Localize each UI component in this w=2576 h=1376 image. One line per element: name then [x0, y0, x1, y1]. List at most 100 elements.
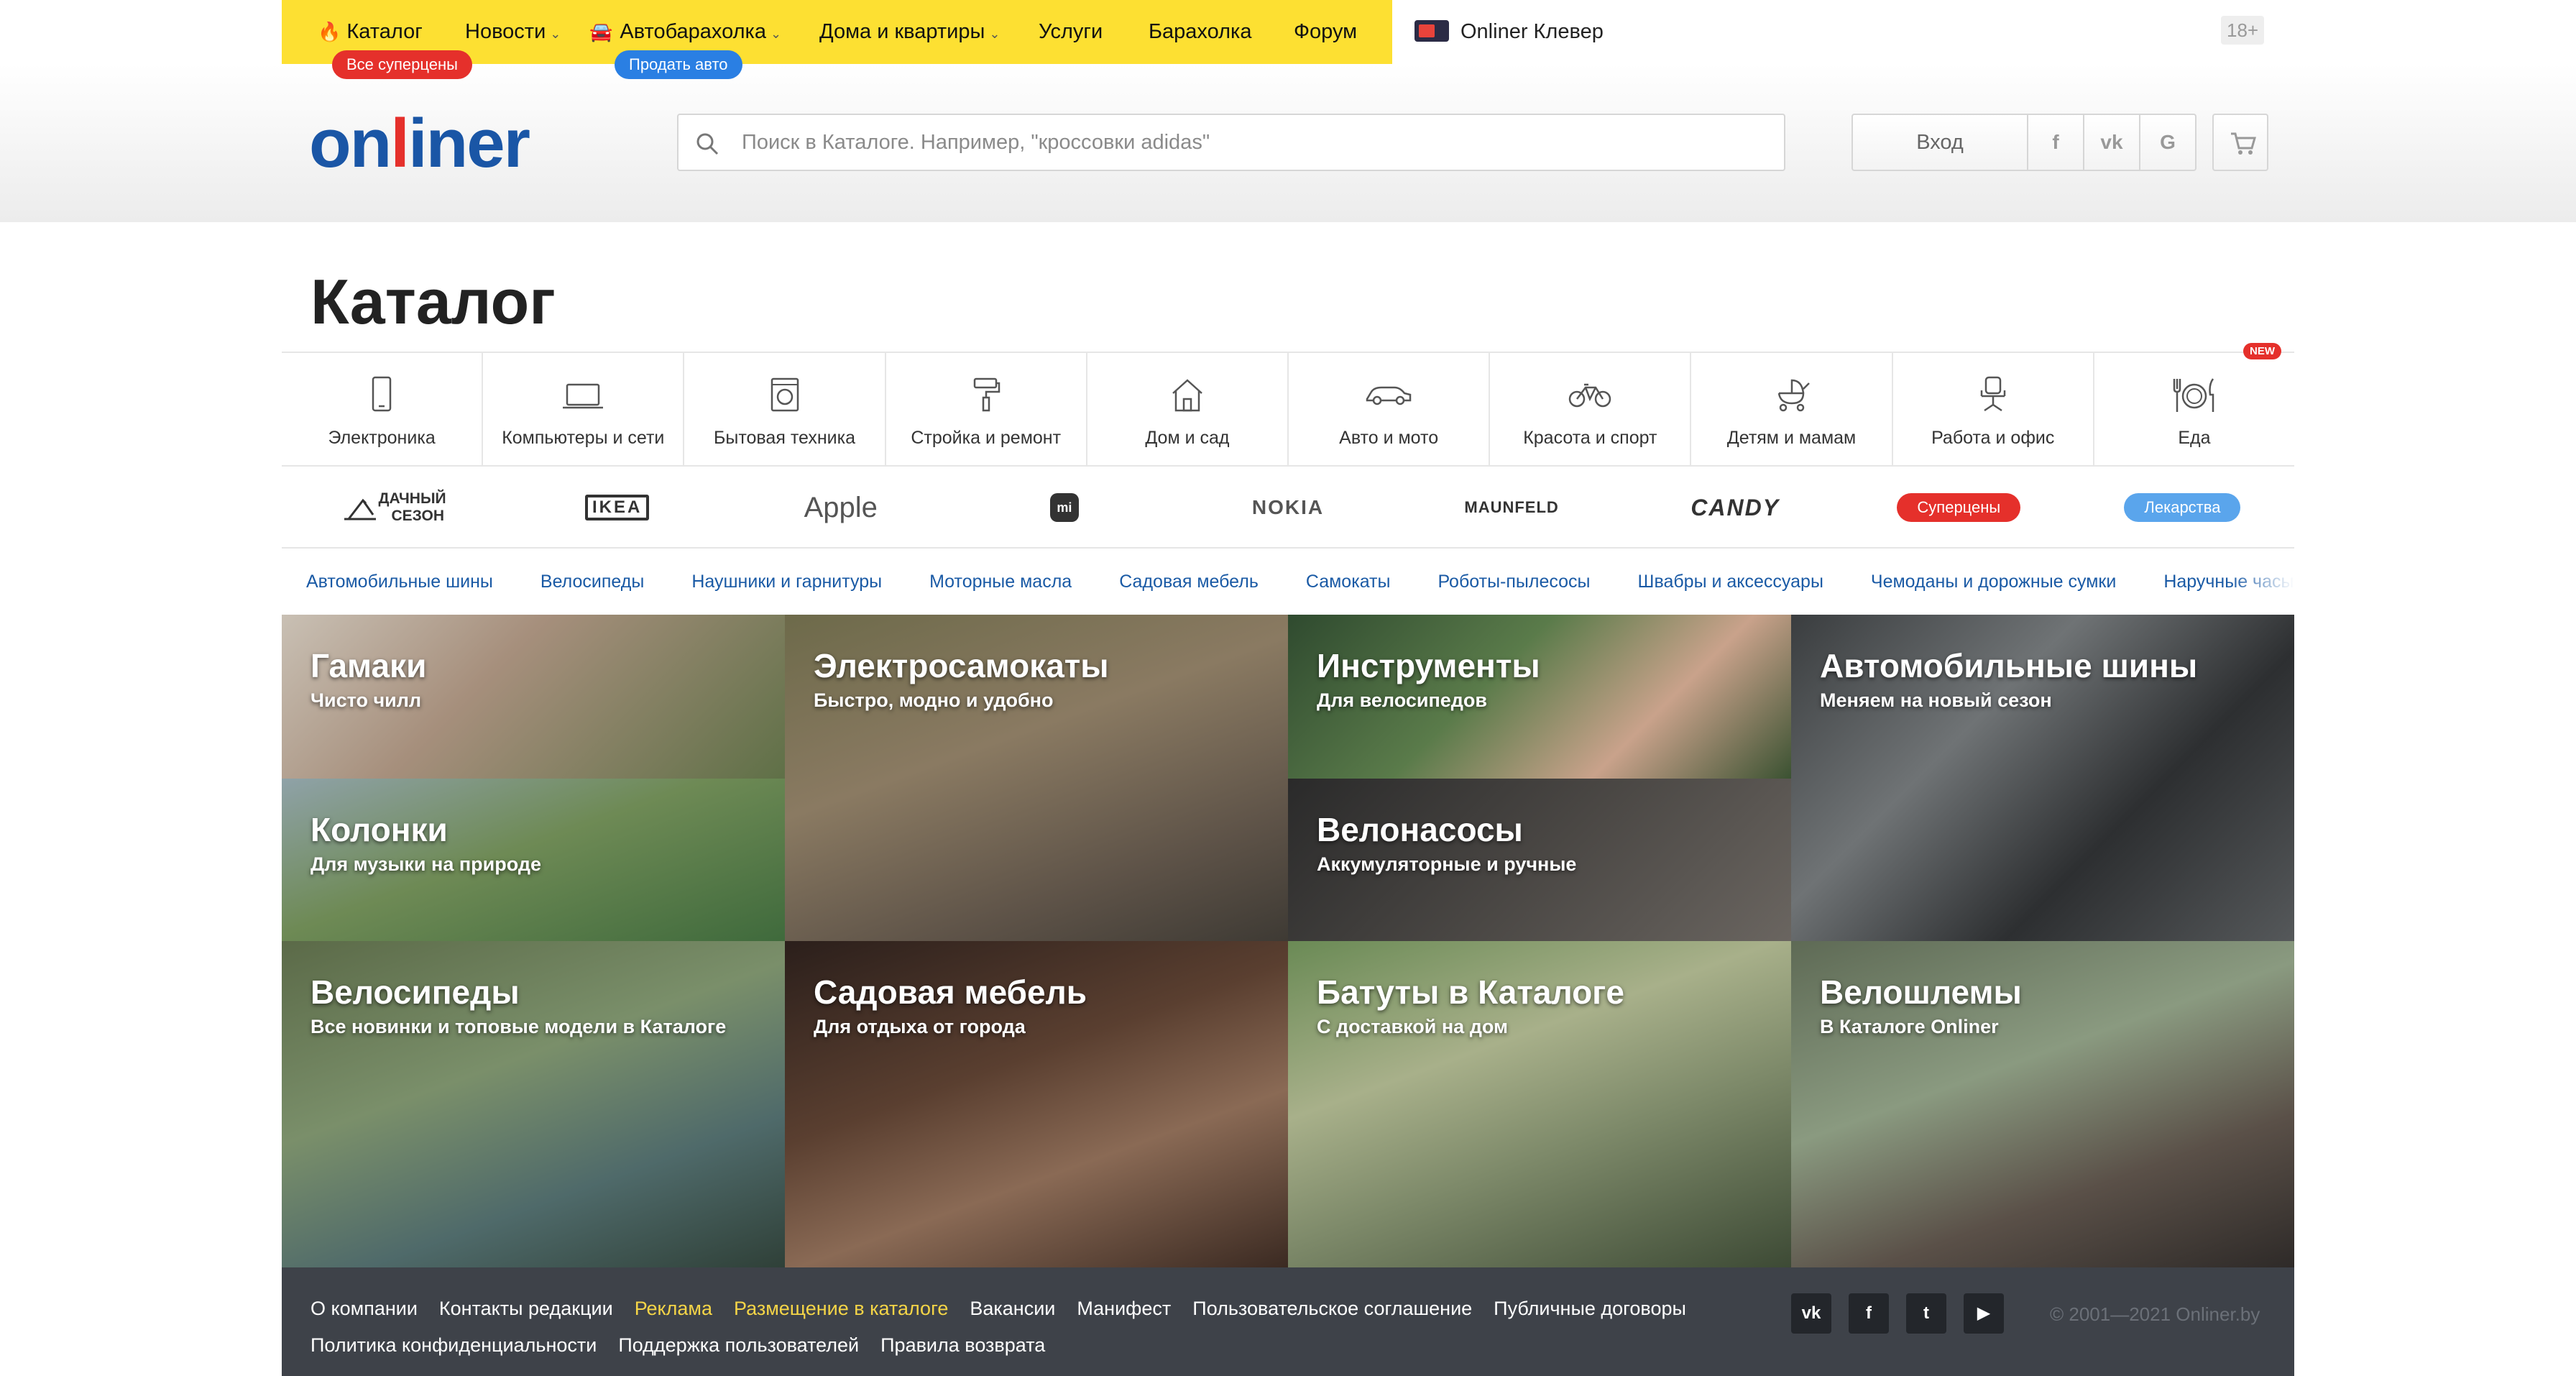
brand-bar: ДАЧНЫЙ СЕЗОН IKEA Apple mi NOKIA MAUNFELD…: [282, 468, 2294, 549]
chevron-down-icon: ⌄: [989, 27, 1000, 41]
category-bar: Электроника Компьютеры и сети Бытовая те…: [282, 343, 2294, 467]
laptop-icon: [563, 383, 604, 409]
chevron-down-icon: ⌄: [770, 27, 782, 41]
onliner-logo[interactable]: onliner: [309, 104, 530, 183]
nav-news[interactable]: Новости ⌄: [465, 0, 561, 64]
quick-link[interactable]: Моторные масла: [929, 549, 1072, 615]
category-construction[interactable]: Стройка и ремонт: [886, 353, 1087, 465]
fire-icon: 🔥: [318, 21, 341, 42]
footer-link[interactable]: Вакансии: [970, 1298, 1055, 1320]
footer-link[interactable]: Пользовательское соглашение: [1192, 1298, 1472, 1320]
tile-instrumenty[interactable]: Инструменты Для велосипедов: [1288, 615, 1791, 779]
fade-overlay: [2230, 549, 2294, 615]
footer-link[interactable]: О компании: [310, 1298, 418, 1320]
tile-shiny[interactable]: Автомобильные шины Меняем на новый сезон: [1791, 615, 2294, 941]
nav-realty[interactable]: Дома и квартиры ⌄: [819, 0, 1000, 64]
quick-link[interactable]: Садовая мебель: [1119, 549, 1259, 615]
tile-velonasosy[interactable]: Велонасосы Аккумуляторные и ручные: [1288, 779, 1791, 941]
nav-services[interactable]: Услуги: [1039, 0, 1103, 64]
quick-link[interactable]: Швабры и аксессуары: [1638, 549, 1823, 615]
copyright: © 2001—2021 Onliner.by: [2050, 1303, 2260, 1325]
google-icon[interactable]: G: [2139, 115, 2195, 170]
brand-dacha-sezon[interactable]: ДАЧНЫЙ СЕЗОН: [282, 468, 505, 547]
page-title: Каталог: [310, 266, 556, 337]
tile-veloshlemy[interactable]: Велошлемы В Каталоге Onliner: [1791, 941, 2294, 1267]
nav-forum[interactable]: Форум: [1294, 0, 1357, 64]
brand-xiaomi[interactable]: mi: [952, 468, 1176, 547]
brand-candy[interactable]: CANDY: [1624, 468, 1847, 547]
search-input[interactable]: [742, 115, 1762, 170]
new-badge: NEW: [2243, 343, 2282, 359]
search-icon: [696, 133, 719, 155]
quick-link[interactable]: Роботы-пылесосы: [1438, 549, 1590, 615]
brand-superceny[interactable]: Суперцены: [1847, 468, 2071, 547]
category-computers[interactable]: Компьютеры и сети: [483, 353, 685, 465]
vk-icon[interactable]: vk: [1791, 1293, 1831, 1334]
category-auto-moto[interactable]: Авто и мото: [1289, 353, 1491, 465]
quick-link[interactable]: Автомобильные шины: [306, 549, 493, 615]
stroller-icon: [1777, 379, 1810, 412]
facebook-icon[interactable]: f: [1849, 1293, 1889, 1334]
phone-icon: [372, 376, 392, 412]
footer-link[interactable]: Правила возврата: [880, 1334, 1045, 1357]
paint-roller-icon: [973, 377, 1000, 412]
category-electronics[interactable]: Электроника: [282, 353, 484, 465]
login-group: Вход f vk G: [1852, 114, 2196, 171]
tile-gamaki[interactable]: Гамаки Чисто чилл: [282, 615, 785, 779]
badge-all-superprices[interactable]: Все суперцены: [332, 50, 472, 79]
washing-machine-icon: [770, 377, 799, 412]
quick-link[interactable]: Самокаты: [1306, 549, 1391, 615]
car-icon: 🚘: [589, 21, 613, 42]
dacha-logo-icon: [344, 498, 376, 520]
nav-baraholka[interactable]: Барахолка: [1149, 0, 1251, 64]
plate-icon: [2173, 378, 2214, 412]
footer-link[interactable]: Публичные договоры: [1494, 1298, 1686, 1320]
brand-nokia[interactable]: NOKIA: [1176, 468, 1399, 547]
quick-link[interactable]: Велосипеды: [540, 549, 644, 615]
quick-link[interactable]: Наушники и гарнитуры: [691, 549, 882, 615]
bicycle-icon: [1569, 383, 1611, 408]
footer-link-catalog-placement[interactable]: Размещение в каталоге: [734, 1298, 948, 1320]
tile-batuty[interactable]: Батуты в Каталоге С доставкой на дом: [1288, 941, 1791, 1267]
tile-mebel[interactable]: Садовая мебель Для отдыха от города: [785, 941, 1288, 1267]
category-work-office[interactable]: Работа и офис: [1893, 353, 2094, 465]
category-kids-moms[interactable]: Детям и мамам: [1691, 353, 1893, 465]
tile-samokaty[interactable]: Электросамокаты Быстро, модно и удобно: [785, 615, 1288, 941]
category-food[interactable]: NEW Еда: [2094, 343, 2294, 465]
office-chair-icon: [1980, 376, 2005, 412]
onliner-clever-link[interactable]: Onliner Клевер: [1414, 0, 1604, 64]
footer-link-ads[interactable]: Реклама: [635, 1298, 712, 1320]
footer-link[interactable]: Контакты редакции: [439, 1298, 613, 1320]
youtube-icon[interactable]: ▶: [1964, 1293, 2004, 1334]
brand-maunfeld[interactable]: MAUNFELD: [1400, 468, 1624, 547]
car-icon: [1366, 386, 1412, 405]
twitter-icon[interactable]: t: [1906, 1293, 1946, 1334]
footer-link[interactable]: Политика конфиденциальности: [310, 1334, 597, 1357]
quick-links: Автомобильные шины Велосипеды Наушники и г…: [282, 549, 2294, 615]
footer: О компании Контакты редакции Реклама Размещ…: [282, 1267, 2294, 1376]
login-button[interactable]: Вход: [1853, 115, 2027, 170]
brand-ikea[interactable]: IKEA: [505, 468, 729, 547]
brand-lekarstva[interactable]: Лекарства: [2071, 468, 2294, 547]
footer-links: О компании Контакты редакции Реклама Размещ…: [310, 1298, 1748, 1371]
brand-apple[interactable]: Apple: [729, 468, 952, 547]
footer-link[interactable]: Манифест: [1077, 1298, 1171, 1320]
clever-card-icon: [1414, 20, 1449, 42]
cart-button[interactable]: [2212, 114, 2268, 171]
catalog-card: Каталог Электроника Компьютеры и сети Бы…: [282, 222, 2294, 1376]
age-badge: 18+: [2221, 16, 2265, 45]
cart-icon: [2231, 132, 2256, 155]
vk-icon[interactable]: vk: [2083, 115, 2139, 170]
tile-velosipedy[interactable]: Велосипеды Все новинки и топовые модели …: [282, 941, 785, 1267]
tile-kolonki[interactable]: Колонки Для музыки на природе: [282, 779, 785, 941]
search-box: [677, 114, 1785, 171]
house-icon: [1172, 379, 1202, 412]
chevron-down-icon: ⌄: [550, 27, 561, 41]
facebook-icon[interactable]: f: [2027, 115, 2083, 170]
category-beauty-sport[interactable]: Красота и спорт: [1490, 353, 1692, 465]
quick-link[interactable]: Чемоданы и дорожные сумки: [1871, 549, 2116, 615]
badge-sell-car[interactable]: Продать авто: [615, 50, 742, 79]
footer-link[interactable]: Поддержка пользователей: [618, 1334, 859, 1357]
category-home-garden[interactable]: Дом и сад: [1087, 353, 1289, 465]
category-appliances[interactable]: Бытовая техника: [684, 353, 886, 465]
